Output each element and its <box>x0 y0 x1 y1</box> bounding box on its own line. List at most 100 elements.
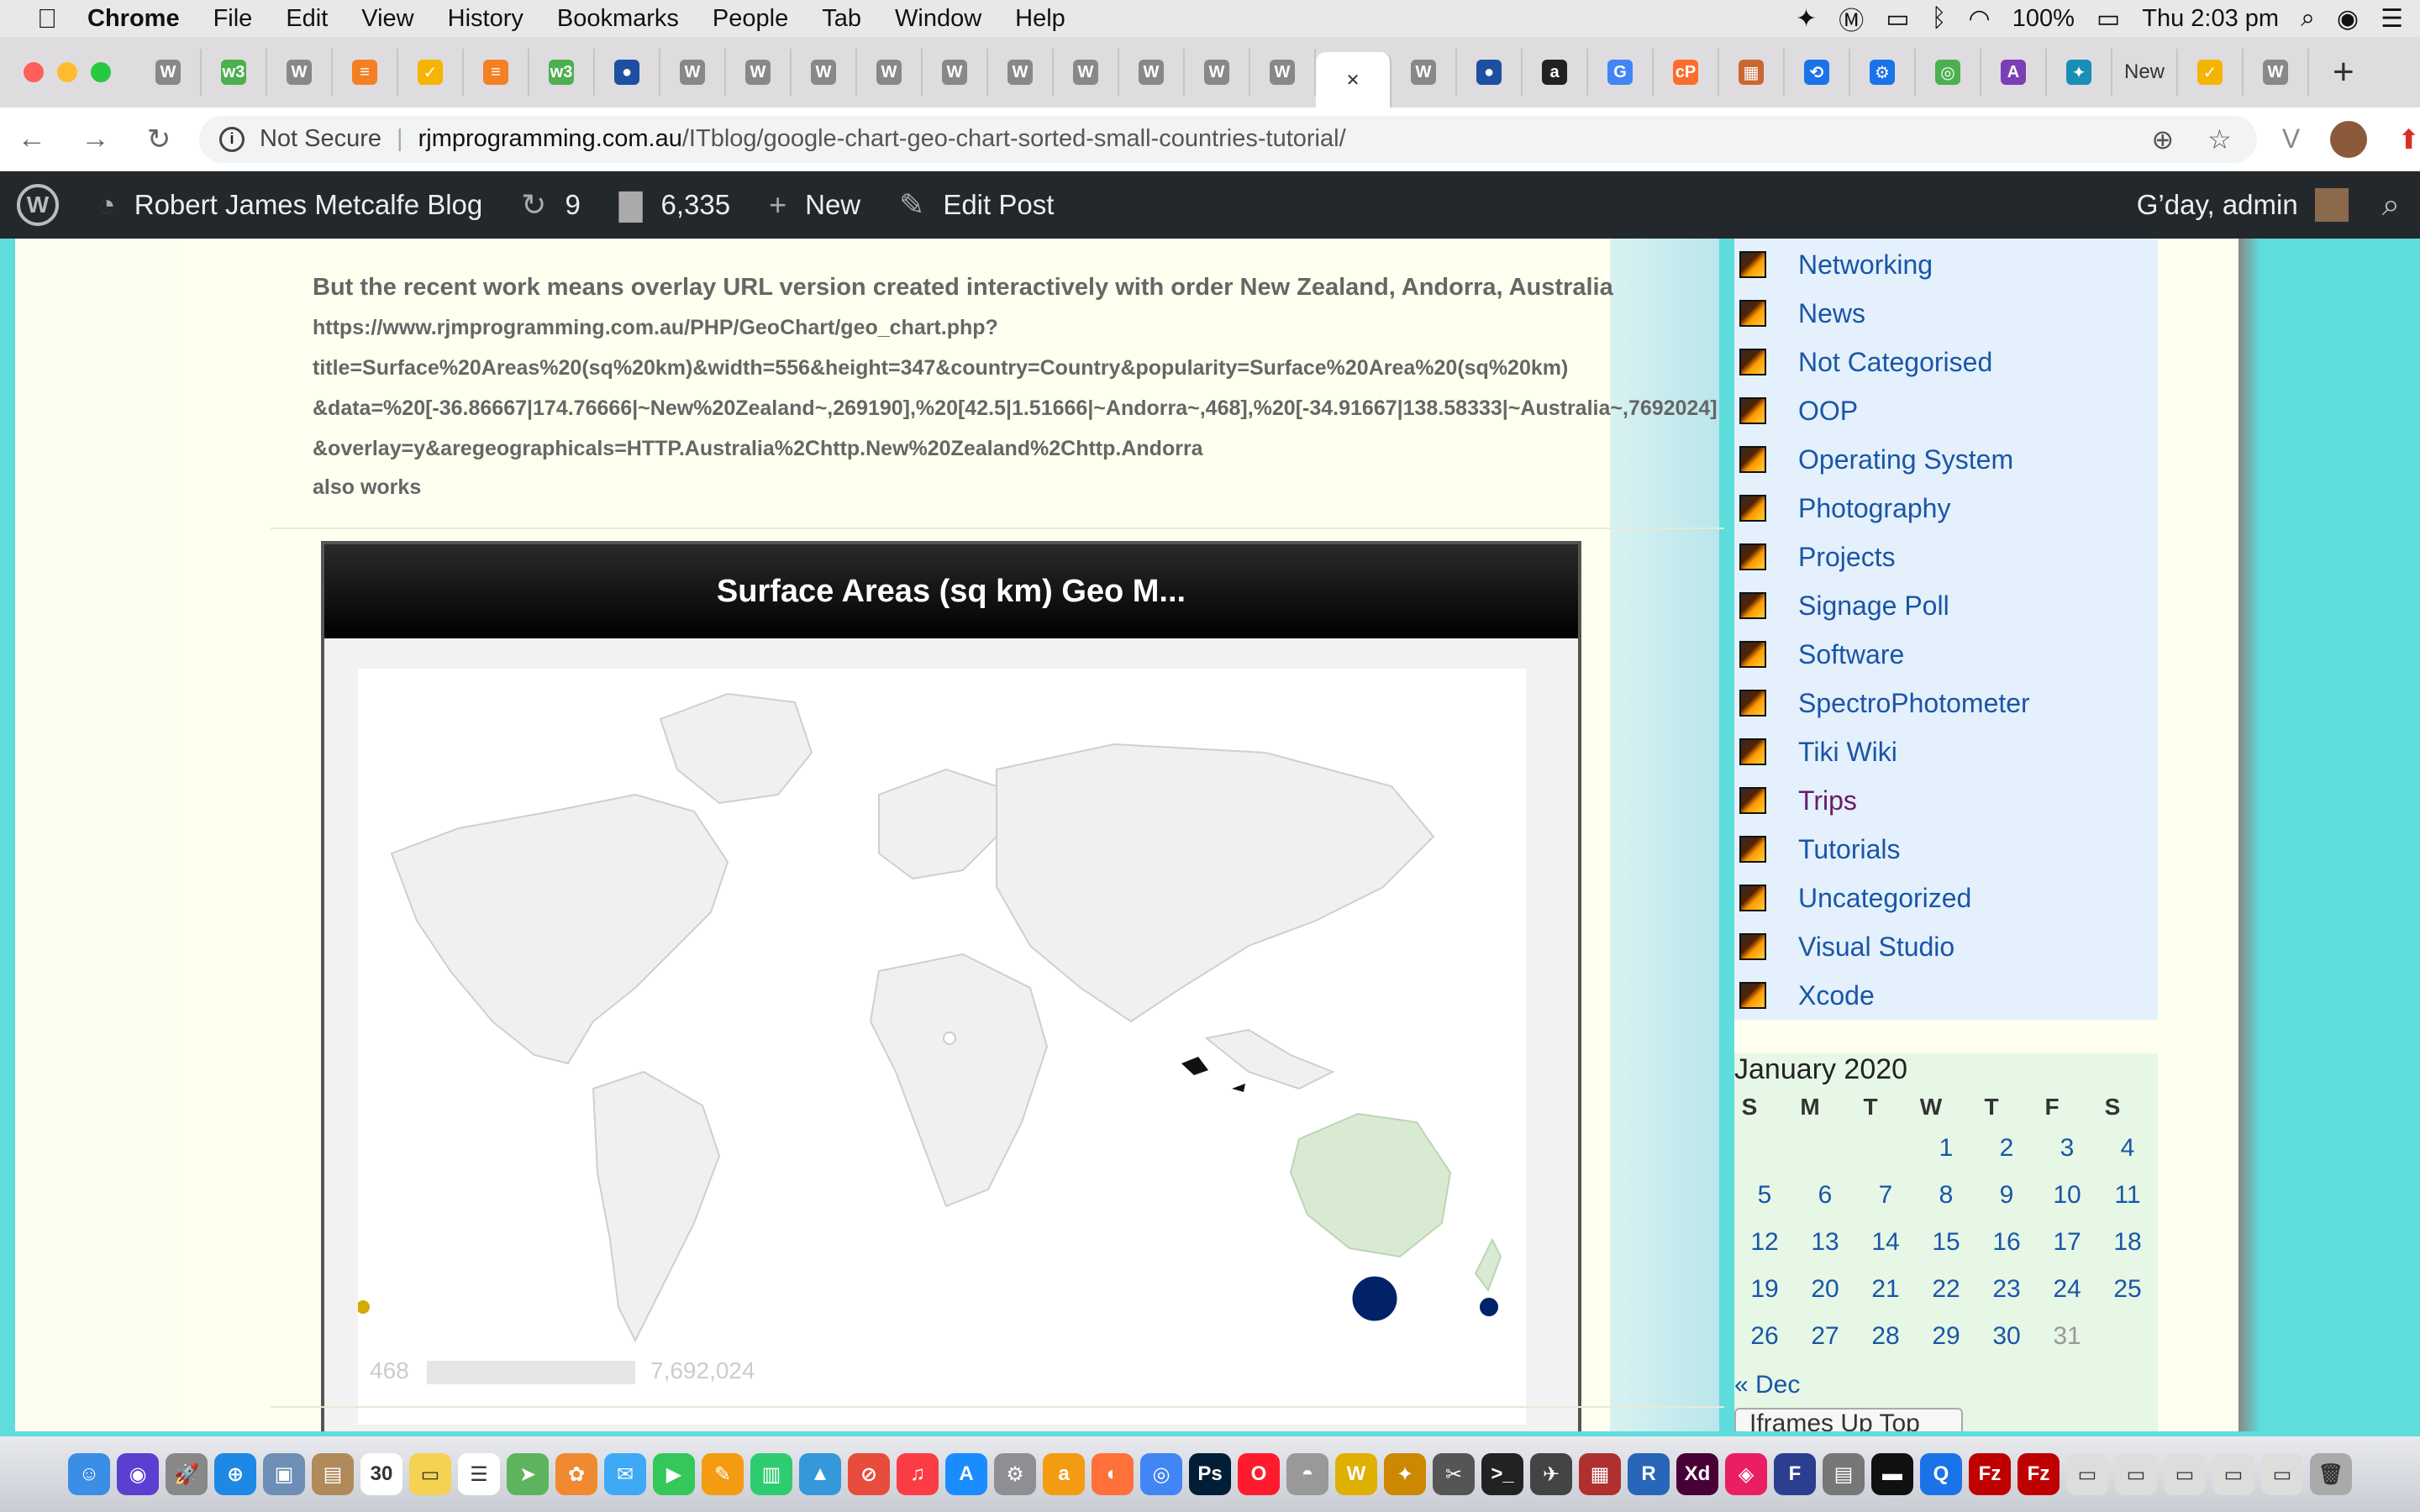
url-line-2[interactable]: title=Surface%20Areas%20(sq%20km)&width=… <box>313 356 1568 381</box>
wordpress-logo-icon[interactable]: W <box>17 184 59 226</box>
launchpad-icon[interactable]: 🚀 <box>166 1453 208 1495</box>
r-icon[interactable]: R <box>1628 1453 1670 1495</box>
tab[interactable]: W <box>1250 49 1316 96</box>
calendar-day[interactable]: 3 <box>2037 1134 2097 1163</box>
calendar-day[interactable]: 16 <box>1976 1228 2037 1257</box>
tab[interactable]: W <box>136 49 202 96</box>
close-window-button[interactable] <box>24 62 44 82</box>
tab-active[interactable]: ✕ <box>1316 52 1392 108</box>
tab[interactable]: W <box>792 49 857 96</box>
notes-icon[interactable]: ▭ <box>409 1453 451 1495</box>
address-bar[interactable]: i Not Secure | rjmprogramming.com.au/ITb… <box>198 115 2257 163</box>
security-label[interactable]: Not Secure <box>260 125 381 153</box>
calendar-day[interactable]: 21 <box>1855 1275 1916 1304</box>
system-preferences-icon[interactable]: ⚙ <box>994 1453 1036 1495</box>
tab[interactable]: W <box>1054 49 1119 96</box>
appstore-icon[interactable]: A <box>945 1453 987 1495</box>
tab[interactable]: ⟲ <box>1785 49 1850 96</box>
category-link[interactable]: SpectroPhotometer <box>1734 679 2030 727</box>
tab[interactable]: a <box>1523 49 1588 96</box>
calendar-day[interactable]: 12 <box>1734 1228 1795 1257</box>
app-status-icon[interactable]: ✦ <box>1796 4 1817 34</box>
new-tab-button[interactable]: + <box>2333 51 2354 93</box>
airplay-icon[interactable]: ▭ <box>1886 4 1909 34</box>
app-icon[interactable]: ◈ <box>1725 1453 1767 1495</box>
tab[interactable]: ≡ <box>333 49 398 96</box>
malwarebytes-icon[interactable]: Ⓜ <box>1839 0 1864 37</box>
tab[interactable]: W <box>726 49 792 96</box>
edit-post-link[interactable]: ✎ Edit Post <box>899 187 1054 223</box>
reminders-icon[interactable]: ☰ <box>458 1453 500 1495</box>
calendar-day[interactable]: 15 <box>1916 1228 1976 1257</box>
category-link[interactable]: Uncategorized <box>1734 874 1971 922</box>
menu-window[interactable]: Window <box>895 5 981 33</box>
siri-icon[interactable]: ◉ <box>117 1453 159 1495</box>
category-link[interactable]: Trips <box>1734 776 1857 825</box>
category-link[interactable]: Software <box>1734 630 1904 679</box>
admin-search-icon[interactable]: ⌕ <box>2382 187 2400 223</box>
category-link[interactable]: Operating System <box>1734 435 2013 484</box>
calendar-day[interactable]: 29 <box>1916 1322 1976 1351</box>
category-link[interactable]: Networking <box>1734 240 1933 289</box>
battery-percentage[interactable]: 100% <box>2012 5 2075 33</box>
spotlight-search-icon[interactable]: ⌕ <box>2301 4 2315 33</box>
profile-avatar[interactable] <box>2330 120 2368 158</box>
tab[interactable]: W <box>988 49 1054 96</box>
calendar-day[interactable]: 20 <box>1795 1275 1855 1304</box>
vimeo-extension-icon[interactable]: V <box>2282 123 2300 155</box>
tab[interactable]: W <box>857 49 923 96</box>
category-link[interactable]: Photography <box>1734 484 1950 533</box>
category-link[interactable]: Visual Studio <box>1734 922 1954 971</box>
calendar-day[interactable]: 2 <box>1976 1134 2037 1163</box>
facetime-icon[interactable]: ▶ <box>653 1453 695 1495</box>
app-icon[interactable]: a <box>1043 1453 1085 1495</box>
category-link[interactable]: Signage Poll <box>1734 581 1949 630</box>
app-icon[interactable]: ▦ <box>1579 1453 1621 1495</box>
terminal-icon[interactable]: >_ <box>1481 1453 1523 1495</box>
menu-people[interactable]: People <box>713 5 788 33</box>
menu-history[interactable]: History <box>448 5 523 33</box>
calendar-day[interactable]: 4 <box>2097 1134 2158 1163</box>
calendar-day[interactable]: 8 <box>1916 1181 1976 1210</box>
admin-avatar[interactable] <box>2314 188 2349 222</box>
document-icon[interactable]: ▭ <box>2066 1453 2108 1495</box>
maps-icon[interactable]: ➤ <box>507 1453 549 1495</box>
menu-bookmarks[interactable]: Bookmarks <box>557 5 679 33</box>
update-icon[interactable]: ⬆ <box>2397 123 2420 155</box>
app-icon[interactable]: ✈ <box>1530 1453 1572 1495</box>
tab[interactable]: ◎ <box>1916 49 1981 96</box>
tab[interactable]: ● <box>1457 49 1523 96</box>
calendar-day[interactable]: 30 <box>1976 1322 2037 1351</box>
calendar-icon[interactable]: 30 <box>360 1453 402 1495</box>
calendar-day[interactable]: 17 <box>2037 1228 2097 1257</box>
calendar-day[interactable]: 1 <box>1916 1134 1976 1163</box>
calendar-day[interactable]: 5 <box>1734 1181 1795 1210</box>
preview-icon[interactable]: ▣ <box>263 1453 305 1495</box>
calendar-day[interactable]: 7 <box>1855 1181 1916 1210</box>
menu-help[interactable]: Help <box>1015 5 1065 33</box>
iframes-up-top-button[interactable]: Iframes Up Top <box>1734 1408 1963 1431</box>
trash-icon[interactable]: 🗑 <box>2310 1453 2352 1495</box>
tab[interactable]: w3 <box>529 49 595 96</box>
category-link[interactable]: Not Categorised <box>1734 338 1992 386</box>
active-tab-close-icon[interactable]: ✕ <box>1340 67 1365 92</box>
url-line-3[interactable]: &data=%20[-36.86667|174.76666|~New%20Zea… <box>313 396 1718 421</box>
menu-chrome[interactable]: Chrome <box>87 5 180 33</box>
document-icon[interactable]: ▭ <box>2212 1453 2254 1495</box>
tab[interactable]: ⚙ <box>1850 49 1916 96</box>
calendar-day[interactable]: 28 <box>1855 1322 1916 1351</box>
photoshop-icon[interactable]: Ps <box>1189 1453 1231 1495</box>
tab[interactable]: ✓ <box>398 49 464 96</box>
category-link[interactable]: Tiki Wiki <box>1734 727 1897 776</box>
zoom-window-button[interactable] <box>91 62 111 82</box>
tab[interactable]: G <box>1588 49 1654 96</box>
notification-center-icon[interactable]: ☰ <box>2381 4 2403 34</box>
chrome-icon[interactable]: ◎ <box>1140 1453 1182 1495</box>
apple-menu-icon[interactable]:  <box>24 3 71 34</box>
tab[interactable]: W <box>267 49 333 96</box>
calendar-day[interactable]: 6 <box>1795 1181 1855 1210</box>
calendar-day[interactable]: 9 <box>1976 1181 2037 1210</box>
tab[interactable]: ● <box>595 49 660 96</box>
tab[interactable]: W <box>2244 49 2309 96</box>
tab[interactable]: New <box>2112 49 2178 96</box>
